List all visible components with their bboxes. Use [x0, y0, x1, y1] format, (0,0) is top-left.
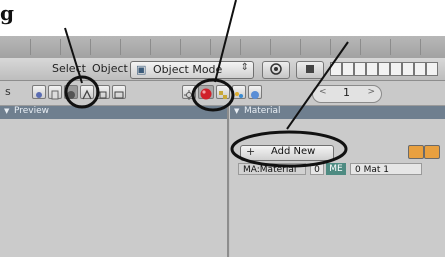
strip-seg	[120, 39, 145, 55]
material-slot-selector[interactable]: 0 Mat 1	[350, 163, 422, 175]
collapse-arrow-icon[interactable]: ▼	[234, 107, 239, 115]
strip-seg	[240, 39, 265, 55]
add-new-material-button[interactable]: + Add New	[240, 145, 334, 161]
texture-subcontext-button[interactable]	[216, 85, 230, 99]
radiosity-subcontext-button[interactable]	[232, 85, 246, 99]
preview-panel-header[interactable]: ▼ Preview	[0, 106, 227, 119]
pivot-button[interactable]	[296, 61, 324, 79]
layer-button[interactable]	[414, 62, 426, 76]
subcontext-index-field[interactable]: < 1 >	[312, 85, 382, 103]
strip-seg	[150, 39, 175, 55]
layer-button[interactable]	[426, 62, 438, 76]
strip-seg	[180, 39, 205, 55]
strip-seg	[300, 39, 325, 55]
preview-panel: ▼ Preview	[0, 106, 229, 257]
scene-icon	[114, 91, 124, 99]
nav-prev-icon[interactable]: <	[319, 87, 327, 97]
layer-button[interactable]	[330, 62, 342, 76]
blender-window: Select Object ▣ Object Mode ⇕ s < 1 > ▼ …	[0, 36, 445, 257]
users-count: 0	[310, 163, 324, 175]
layer-button[interactable]	[366, 62, 378, 76]
menu-object[interactable]: Object	[92, 62, 128, 75]
material-option-button[interactable]	[408, 145, 424, 159]
menu-select[interactable]: Select	[52, 62, 86, 75]
toolbar-prefix: s	[5, 85, 11, 98]
draw-type-button[interactable]	[262, 61, 290, 79]
material-name-field[interactable]: MA:Material	[238, 163, 306, 175]
strip-seg	[330, 39, 355, 55]
strip-seg	[60, 39, 85, 55]
top-strip	[0, 36, 445, 58]
dropdown-arrow-icon: ⇕	[240, 62, 249, 73]
layer-button[interactable]	[354, 62, 366, 76]
radiosity-icon	[235, 92, 243, 98]
world-icon	[251, 91, 259, 99]
script-icon	[51, 90, 59, 100]
material-option-button[interactable]	[424, 145, 440, 159]
add-new-label: Add New	[271, 146, 316, 157]
strip-seg	[360, 39, 385, 55]
material-panel-header[interactable]: ▼ Material	[230, 106, 445, 119]
cube-mode-icon: ▣	[136, 63, 147, 76]
logic-context-button[interactable]	[32, 85, 46, 99]
strip-seg	[30, 39, 55, 55]
object-context-button[interactable]	[80, 85, 94, 100]
script-context-button[interactable]	[48, 85, 62, 100]
strip-seg	[390, 39, 415, 55]
world-subcontext-button[interactable]	[248, 85, 262, 99]
mesh-link-button[interactable]: ME	[326, 163, 346, 175]
sphere-draw-icon	[270, 63, 282, 75]
layer-button[interactable]	[390, 62, 402, 76]
shading-context-button[interactable]	[64, 85, 78, 99]
lamp-icon	[184, 90, 194, 100]
material-subcontext-button[interactable]	[198, 85, 214, 100]
mode-label: Object Mode	[153, 63, 223, 76]
collapse-arrow-icon[interactable]: ▼	[4, 107, 9, 115]
object-icon	[82, 89, 92, 100]
logic-icon	[36, 92, 42, 98]
layer-button[interactable]	[402, 62, 414, 76]
add-icon: +	[246, 145, 256, 158]
material-panel-title: Material	[244, 106, 281, 116]
strip-seg	[270, 39, 295, 55]
strip-seg	[90, 39, 115, 55]
texture-icon	[219, 91, 227, 99]
lamp-subcontext-button[interactable]	[182, 85, 196, 100]
layer-button[interactable]	[378, 62, 390, 76]
subcontext-index-value: 1	[343, 86, 350, 99]
material-slot-row: MA:Material 0 ME 0 Mat 1	[238, 163, 445, 175]
strip-seg	[420, 39, 445, 55]
mode-dropdown[interactable]: ▣ Object Mode ⇕	[130, 61, 254, 79]
strip-seg	[210, 39, 235, 55]
material-panel: ▼ Material + Add New MA:Material 0 ME 0 …	[230, 106, 445, 257]
editing-icon	[99, 91, 107, 99]
editing-context-button[interactable]	[96, 85, 110, 99]
pivot-icon	[306, 65, 314, 73]
caption-fragment: g	[0, 1, 14, 25]
nav-next-icon[interactable]: >	[367, 87, 375, 97]
header-menubar: Select Object ▣ Object Mode ⇕	[0, 58, 445, 81]
layer-button[interactable]	[342, 62, 354, 76]
preview-panel-title: Preview	[14, 106, 50, 116]
material-sphere-icon	[200, 88, 212, 100]
buttons-toolbar: s < 1 >	[0, 81, 445, 106]
scene-context-button[interactable]	[112, 85, 126, 99]
shading-icon	[67, 91, 75, 99]
